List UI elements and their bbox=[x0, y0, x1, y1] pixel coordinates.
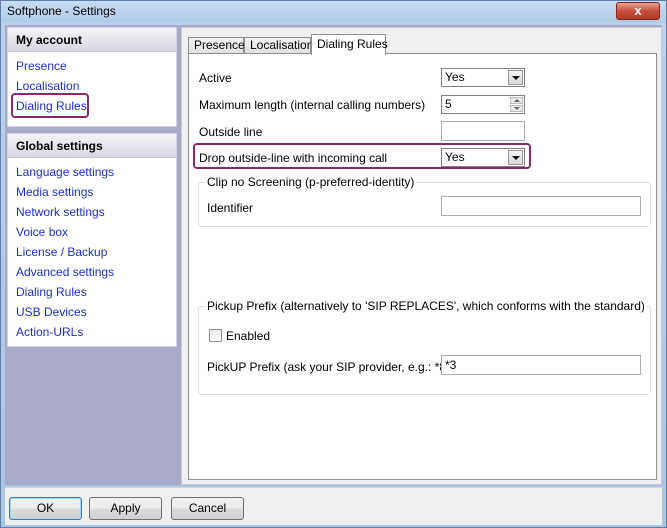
spin-up-icon[interactable] bbox=[510, 97, 523, 104]
tab-presence[interactable]: Presence bbox=[188, 37, 245, 54]
sidebar: My account Presence Localisation Dialing… bbox=[7, 27, 177, 485]
settings-pane: Presence Localisation Dialing Rules Acti… bbox=[181, 27, 662, 485]
settings-window: Softphone - Settings x My account Presen… bbox=[0, 0, 667, 528]
close-button[interactable]: x bbox=[616, 2, 660, 20]
identifier-input[interactable] bbox=[441, 196, 641, 216]
active-value: Yes bbox=[445, 70, 465, 84]
active-label: Active bbox=[199, 71, 232, 85]
sidebar-item-presence[interactable]: Presence bbox=[8, 56, 176, 76]
sidebar-item-global-dialing-rules[interactable]: Dialing Rules bbox=[8, 282, 176, 302]
max-length-value: 5 bbox=[445, 97, 452, 111]
my-account-panel: My account Presence Localisation Dialing… bbox=[7, 27, 177, 127]
enabled-label: Enabled bbox=[226, 329, 271, 343]
button-bar: OK Apply Cancel bbox=[5, 487, 662, 525]
sidebar-item-dialing-rules[interactable]: Dialing Rules bbox=[8, 93, 176, 118]
clip-group: Clip no Screening (p-preferred-identity)… bbox=[198, 175, 651, 227]
clip-group-title: Clip no Screening (p-preferred-identity) bbox=[205, 175, 417, 189]
drop-outside-value: Yes bbox=[445, 150, 465, 164]
my-account-heading: My account bbox=[8, 28, 176, 52]
global-settings-panel: Global settings Language settings Media … bbox=[7, 133, 177, 347]
tab-dialing-rules[interactable]: Dialing Rules bbox=[311, 34, 388, 55]
outside-line-input[interactable] bbox=[441, 121, 525, 141]
pickup-prefix-label: PickUP Prefix (ask your SIP provider, e.… bbox=[207, 360, 460, 374]
ok-button[interactable]: OK bbox=[9, 497, 82, 520]
spin-down-icon[interactable] bbox=[510, 105, 523, 112]
pickup-group: Pickup Prefix (alternatively to 'SIP REP… bbox=[198, 299, 651, 395]
pickup-prefix-input[interactable]: *3 bbox=[441, 355, 641, 375]
enabled-checkbox[interactable] bbox=[209, 329, 222, 342]
identifier-label: Identifier bbox=[207, 201, 254, 215]
max-length-label: Maximum length (internal calling numbers… bbox=[199, 98, 426, 112]
highlight-ring bbox=[11, 93, 89, 118]
max-length-spinner[interactable]: 5 bbox=[441, 95, 525, 114]
global-settings-heading: Global settings bbox=[8, 134, 176, 158]
sidebar-item-advanced-settings[interactable]: Advanced settings bbox=[8, 262, 176, 282]
sidebar-item-license-backup[interactable]: License / Backup bbox=[8, 242, 176, 262]
apply-button[interactable]: Apply bbox=[89, 497, 162, 520]
chevron-down-icon[interactable] bbox=[508, 150, 523, 165]
client-area: My account Presence Localisation Dialing… bbox=[5, 25, 662, 485]
sidebar-item-network-settings[interactable]: Network settings bbox=[8, 202, 176, 222]
chevron-down-icon[interactable] bbox=[508, 70, 523, 85]
pickup-group-title: Pickup Prefix (alternatively to 'SIP REP… bbox=[205, 299, 647, 313]
drop-outside-select[interactable]: Yes bbox=[441, 148, 525, 167]
title-bar: Softphone - Settings x bbox=[1, 1, 666, 23]
outside-line-label: Outside line bbox=[199, 125, 263, 139]
drop-outside-label: Drop outside-line with incoming call bbox=[199, 151, 388, 165]
close-icon: x bbox=[634, 3, 642, 18]
sidebar-item-action-urls[interactable]: Action-URLs bbox=[8, 322, 176, 342]
active-select[interactable]: Yes bbox=[441, 68, 525, 87]
sidebar-item-voice-box[interactable]: Voice box bbox=[8, 222, 176, 242]
sidebar-item-media-settings[interactable]: Media settings bbox=[8, 182, 176, 202]
sidebar-item-usb-devices[interactable]: USB Devices bbox=[8, 302, 176, 322]
sidebar-item-language-settings[interactable]: Language settings bbox=[8, 162, 176, 182]
window-title: Softphone - Settings bbox=[7, 4, 116, 18]
tab-localisation[interactable]: Localisation bbox=[244, 37, 313, 54]
cancel-button[interactable]: Cancel bbox=[171, 497, 244, 520]
dialing-rules-page: Active Yes Maximum length (internal call… bbox=[188, 53, 657, 480]
